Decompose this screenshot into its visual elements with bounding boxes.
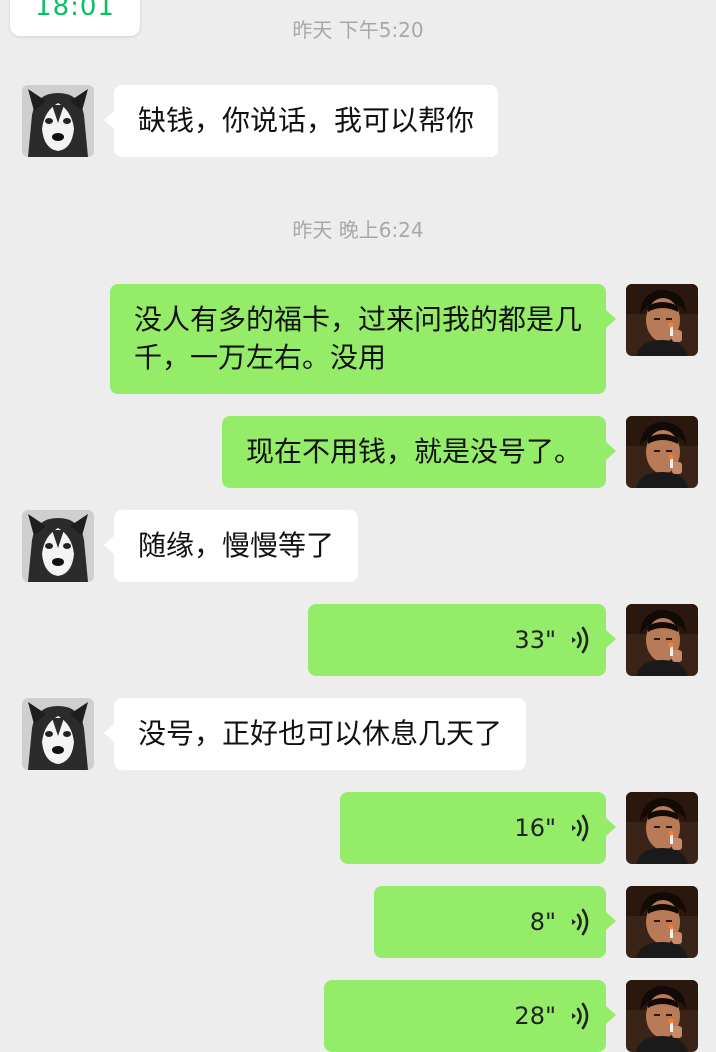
message-bubble[interactable]: 随缘，慢慢等了 bbox=[103, 510, 359, 582]
husky-dog-avatar[interactable] bbox=[22, 698, 94, 770]
man-portrait-avatar[interactable] bbox=[626, 604, 698, 676]
voice-duration: 28" bbox=[514, 1002, 556, 1030]
voice-duration: 8" bbox=[529, 908, 556, 936]
husky-dog-avatar[interactable] bbox=[22, 510, 94, 582]
voice-duration: 33" bbox=[514, 626, 556, 654]
voice-message-bubble[interactable]: 16" bbox=[340, 792, 616, 864]
husky-dog-avatar[interactable] bbox=[22, 85, 94, 157]
man-portrait-avatar[interactable] bbox=[626, 886, 698, 958]
voice-message-bubble[interactable]: 8" bbox=[374, 886, 616, 958]
voice-wave-icon bbox=[566, 907, 590, 937]
man-portrait-avatar[interactable] bbox=[626, 284, 698, 356]
man-portrait-avatar[interactable] bbox=[626, 416, 698, 488]
man-portrait-avatar[interactable] bbox=[626, 792, 698, 864]
voice-wave-icon bbox=[566, 625, 590, 655]
timestamp: 昨天 下午5:20 bbox=[292, 18, 424, 42]
man-portrait-avatar[interactable] bbox=[626, 980, 698, 1052]
voice-wave-icon bbox=[566, 813, 590, 843]
voice-message-bubble[interactable]: 33" bbox=[308, 604, 616, 676]
timestamp: 昨天 晚上6:24 bbox=[292, 218, 424, 242]
message-bubble[interactable]: 缺钱，你说话，我可以帮你 bbox=[103, 85, 499, 157]
message-bubble[interactable]: 现在不用钱，就是没号了。 bbox=[221, 416, 617, 488]
message-bubble[interactable]: 没人有多的福卡，过来问我的都是几千，一万左右。没用 bbox=[110, 284, 616, 394]
voice-wave-icon bbox=[566, 1001, 590, 1031]
voice-message-bubble[interactable]: 28" bbox=[324, 980, 616, 1052]
voice-duration: 16" bbox=[514, 814, 556, 842]
message-bubble[interactable]: 没号，正好也可以休息几天了 bbox=[103, 698, 527, 770]
